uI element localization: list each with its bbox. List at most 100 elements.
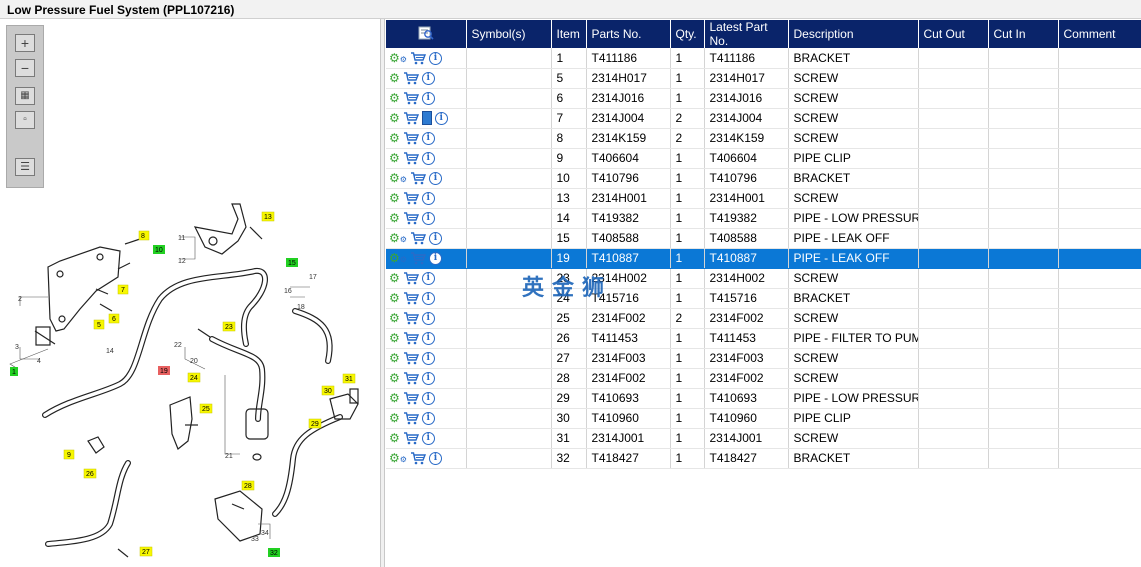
gear-icon[interactable]: ⚙	[389, 351, 400, 365]
table-row[interactable]: ⚙⚙ i 10 T410796 1 T410796 BRACKET	[386, 168, 1141, 189]
column-header-parts-no[interactable]: Parts No.	[586, 20, 671, 48]
info-icon[interactable]: i	[421, 91, 435, 105]
table-row[interactable]: ⚙ i 8 2314K159 2 2314K159 SCREW	[386, 128, 1141, 149]
list-view-icon[interactable]: ☰	[15, 158, 35, 176]
shopping-cart-icon[interactable]	[403, 352, 419, 365]
table-row[interactable]: ⚙ i 27 2314F003 1 2314F003 SCREW	[386, 348, 1141, 369]
shopping-cart-icon[interactable]	[403, 192, 419, 205]
table-row[interactable]: ⚙ i 26 T411453 1 T411453 PIPE - FILTER TO PUMP	[386, 328, 1141, 349]
zoom-in-icon[interactable]: +	[15, 34, 35, 52]
column-header-cut-in[interactable]: Cut In	[988, 20, 1059, 48]
info-icon[interactable]: i	[421, 71, 435, 85]
table-row[interactable]: ⚙ i 5 2314H017 1 2314H017 SCREW	[386, 68, 1141, 89]
info-icon[interactable]: i	[434, 111, 448, 125]
gear-icon[interactable]: ⚙	[389, 191, 400, 205]
shopping-cart-icon[interactable]	[403, 212, 419, 225]
table-row[interactable]: ⚙ i 24 T415716 1 T415716 BRACKET	[386, 288, 1141, 309]
table-row[interactable]: ⚙⚙ i 15 T408588 1 T408588 PIPE - LEAK OFF	[386, 228, 1141, 249]
table-row[interactable]: ⚙ i 9 T406604 1 T406604 PIPE CLIP	[386, 148, 1141, 169]
multi-gear-icon[interactable]: ⚙⚙	[389, 231, 407, 245]
column-header-qty[interactable]: Qty.	[670, 20, 705, 48]
diagram-pane[interactable]: + − ▦ ▫ ☰ 8 13 7 5 6 23 24 25 31 30 29 9…	[0, 19, 381, 567]
info-icon[interactable]: i	[421, 191, 435, 205]
gear-icon[interactable]: ⚙	[389, 291, 400, 305]
multi-gear-icon[interactable]: ⚙⚙	[389, 251, 407, 265]
table-row[interactable]: ⚙ i 7 2314J004 2 2314J004 SCREW	[386, 108, 1141, 129]
multi-gear-icon[interactable]: ⚙⚙	[389, 451, 407, 465]
column-header-description[interactable]: Description	[788, 20, 919, 48]
column-header-tools[interactable]	[386, 20, 467, 48]
info-icon[interactable]: i	[428, 451, 442, 465]
shopping-cart-icon[interactable]	[403, 272, 419, 285]
info-icon[interactable]: i	[428, 251, 442, 265]
shopping-cart-icon[interactable]	[403, 432, 419, 445]
column-header-symbols[interactable]: Symbol(s)	[466, 20, 552, 48]
column-header-comment[interactable]: Comment	[1058, 20, 1141, 48]
info-icon[interactable]: i	[421, 431, 435, 445]
shopping-cart-icon[interactable]	[403, 412, 419, 425]
shopping-cart-icon[interactable]	[403, 312, 419, 325]
shopping-cart-icon[interactable]	[410, 232, 426, 245]
shopping-cart-icon[interactable]	[403, 392, 419, 405]
shopping-cart-icon[interactable]	[403, 132, 419, 145]
gear-icon[interactable]: ⚙	[389, 431, 400, 445]
shopping-cart-icon[interactable]	[410, 252, 426, 265]
info-icon[interactable]: i	[428, 231, 442, 245]
multi-gear-icon[interactable]: ⚙⚙	[389, 51, 407, 65]
table-row[interactable]: ⚙ i 6 2314J016 1 2314J016 SCREW	[386, 88, 1141, 109]
info-icon[interactable]: i	[428, 51, 442, 65]
shopping-cart-icon[interactable]	[410, 452, 426, 465]
gear-icon[interactable]: ⚙	[389, 391, 400, 405]
shopping-cart-icon[interactable]	[403, 332, 419, 345]
table-row[interactable]: ⚙ i 28 2314F002 1 2314F002 SCREW	[386, 368, 1141, 389]
table-row[interactable]: ⚙i14T4193821T419382PIPE - LOW PRESSURE F…	[386, 208, 1141, 229]
shopping-cart-icon[interactable]	[403, 292, 419, 305]
exploded-parts-diagram[interactable]: 8 13 7 5 6 23 24 25 31 30 29 9 26 28 27 …	[0, 179, 381, 567]
pane-splitter[interactable]	[381, 19, 385, 567]
gear-icon[interactable]: ⚙	[389, 151, 400, 165]
info-icon[interactable]: i	[421, 371, 435, 385]
gear-icon[interactable]: ⚙	[389, 111, 400, 125]
column-header-latest-part-no[interactable]: Latest Part No.	[704, 20, 789, 48]
shopping-cart-icon[interactable]	[403, 152, 419, 165]
table-row[interactable]: ⚙ i 25 2314F002 2 2314F002 SCREW	[386, 308, 1141, 329]
table-row[interactable]: ⚙ i 30 T410960 1 T410960 PIPE CLIP	[386, 408, 1141, 429]
shopping-cart-icon[interactable]	[410, 172, 426, 185]
column-header-item[interactable]: Item	[551, 20, 587, 48]
document-icon[interactable]	[421, 111, 432, 126]
search-list-icon[interactable]	[418, 26, 434, 40]
gear-icon[interactable]: ⚙	[389, 411, 400, 425]
table-row[interactable]: ⚙ i 23 2314H002 1 2314H002 SCREW	[386, 268, 1141, 289]
gear-icon[interactable]: ⚙	[389, 91, 400, 105]
shopping-cart-icon[interactable]	[403, 92, 419, 105]
actual-size-icon[interactable]: ▫	[15, 111, 35, 129]
info-icon[interactable]: i	[421, 151, 435, 165]
info-icon[interactable]: i	[421, 311, 435, 325]
info-icon[interactable]: i	[421, 331, 435, 345]
diagram-label-yellow[interactable]: 8 13 7 5 6 23 24 25 31 30 29 9 26 28 27	[63, 211, 356, 557]
diagram-label-red[interactable]: 19	[158, 366, 170, 375]
table-row[interactable]: ⚙ i 13 2314H001 1 2314H001 SCREW	[386, 188, 1141, 209]
info-icon[interactable]: i	[421, 211, 435, 225]
shopping-cart-icon[interactable]	[403, 372, 419, 385]
info-icon[interactable]: i	[421, 131, 435, 145]
gear-icon[interactable]: ⚙	[389, 211, 400, 225]
info-icon[interactable]: i	[421, 351, 435, 365]
table-row[interactable]: ⚙ i 31 2314J001 1 2314J001 SCREW	[386, 428, 1141, 449]
gear-icon[interactable]: ⚙	[389, 271, 400, 285]
table-row[interactable]: ⚙⚙ i 1 T411186 1 T411186 BRACKET	[386, 48, 1141, 69]
column-header-cut-out[interactable]: Cut Out	[918, 20, 989, 48]
gear-icon[interactable]: ⚙	[389, 131, 400, 145]
shopping-cart-icon[interactable]	[410, 51, 426, 65]
gear-icon[interactable]: ⚙	[389, 371, 400, 385]
gear-icon[interactable]: ⚙	[389, 71, 400, 85]
gear-icon[interactable]: ⚙	[389, 311, 400, 325]
shopping-cart-icon[interactable]	[403, 112, 419, 125]
table-row[interactable]: ⚙i29T4106931T410693PIPE - LOW PRESSURE F…	[386, 388, 1141, 409]
fit-all-icon[interactable]: ▦	[15, 87, 35, 105]
table-row[interactable]: ⚙⚙ i 19 T410887 1 T410887 PIPE - LEAK OFF	[386, 248, 1141, 269]
table-row[interactable]: ⚙⚙ i 32 T418427 1 T418427 BRACKET	[386, 448, 1141, 469]
info-icon[interactable]: i	[421, 271, 435, 285]
info-icon[interactable]: i	[428, 171, 442, 185]
diagram-label-green[interactable]: 10 15 1 32	[10, 245, 298, 557]
